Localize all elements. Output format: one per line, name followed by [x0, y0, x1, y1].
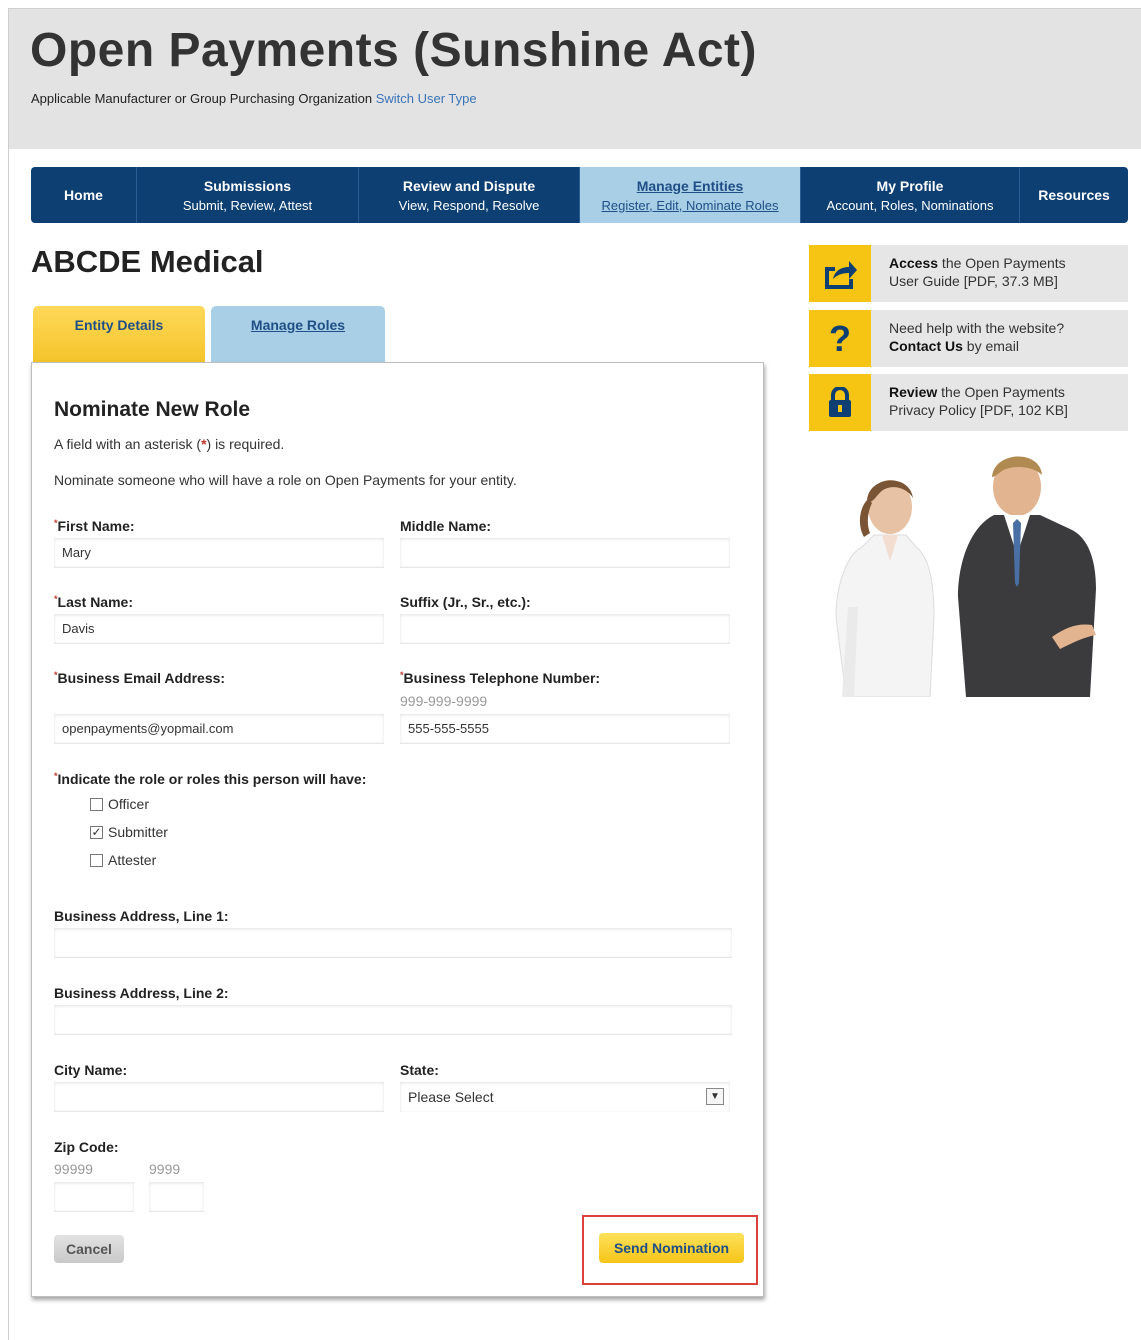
nav-manage-sub: Register, Edit, Nominate Roles	[601, 197, 779, 213]
zip4-format-hint: 9999	[149, 1161, 181, 1177]
form-title: Nominate New Role	[54, 398, 251, 421]
attester-label: Attester	[108, 852, 157, 868]
role-submitter[interactable]: ✓ Submitter	[90, 824, 168, 840]
nav-submissions-title: Submissions	[203, 177, 292, 194]
nav-submissions-sub: Submit, Review, Attest	[182, 197, 313, 213]
nav-review-sub: View, Respond, Resolve	[398, 197, 540, 213]
send-nomination-button[interactable]: Send Nomination	[599, 1233, 744, 1263]
nav-profile-sub: Account, Roles, Nominations	[826, 197, 994, 213]
suffix-label: Suffix (Jr., Sr., etc.):	[400, 594, 531, 610]
privacy-text: Review the Open Payments Privacy Policy …	[889, 383, 1068, 419]
address-line2-field[interactable]	[54, 1005, 732, 1035]
user-type-text: Applicable Manufacturer or Group Purchas…	[31, 91, 373, 106]
role-attester[interactable]: Attester	[90, 852, 156, 868]
nav-submissions[interactable]: Submissions Submit, Review, Attest	[137, 167, 359, 223]
phone-format-hint: 999-999-9999	[400, 693, 488, 709]
nav-resources-label: Resources	[1038, 187, 1110, 203]
address-line1-field[interactable]	[54, 928, 732, 958]
form-intro: Nominate someone who will have a role on…	[54, 472, 517, 488]
phone-label: *Business Telephone Number:	[400, 670, 601, 686]
nav-home[interactable]: Home	[31, 167, 137, 223]
middle-name-field[interactable]	[400, 538, 730, 568]
nav-home-label: Home	[64, 187, 103, 203]
user-guide-text2: User Guide [PDF, 37.3 MB]	[889, 273, 1058, 289]
submitter-checkbox[interactable]: ✓	[90, 825, 103, 839]
tab-manage-roles[interactable]: Manage Roles	[211, 306, 385, 362]
submitter-label: Submitter	[108, 824, 168, 840]
nav-profile-title: My Profile	[876, 177, 944, 194]
question-mark-icon: ?	[809, 310, 871, 367]
nav-manage-title: Manage Entities	[636, 177, 744, 194]
user-guide-bold: Access	[889, 255, 939, 271]
attester-checkbox[interactable]	[90, 853, 103, 867]
site-title: Open Payments (Sunshine Act)	[30, 24, 758, 77]
officer-checkbox[interactable]	[90, 797, 103, 811]
entity-name: ABCDE Medical	[31, 244, 264, 279]
state-selected-value: Please Select	[408, 1089, 494, 1105]
city-field[interactable]	[54, 1082, 384, 1112]
help-contact-link[interactable]: ? Need help with the website? Contact Us…	[809, 310, 1128, 367]
email-field[interactable]: openpayments@yopmail.com	[54, 714, 384, 744]
privacy-text1: the Open Payments	[937, 384, 1065, 400]
user-type-line: Applicable Manufacturer or Group Purchas…	[31, 91, 477, 106]
phone-field[interactable]: 555-555-5555	[400, 714, 730, 744]
state-select[interactable]: Please Select ▼	[400, 1082, 730, 1112]
officer-label: Officer	[108, 796, 149, 812]
required-note-pre: A field with an asterisk (	[54, 436, 202, 452]
professionals-photo	[812, 447, 1128, 697]
privacy-text2: Privacy Policy [PDF, 102 KB]	[889, 402, 1068, 418]
required-note-post: ) is required.	[206, 436, 285, 452]
first-name-label: *First Name:	[54, 518, 135, 534]
role-officer[interactable]: Officer	[90, 796, 149, 812]
address-line2-label: Business Address, Line 2:	[54, 985, 229, 1001]
state-label: State:	[400, 1062, 439, 1078]
user-guide-text: Access the Open Payments User Guide [PDF…	[889, 254, 1066, 290]
email-label: *Business Email Address:	[54, 670, 226, 686]
site-header: Open Payments (Sunshine Act) Applicable …	[9, 9, 1141, 149]
main-nav: Home Submissions Submit, Review, Attest …	[31, 167, 1128, 223]
address-line1-label: Business Address, Line 1:	[54, 908, 229, 924]
middle-name-label: Middle Name:	[400, 518, 492, 534]
help-text1: Need help with the website?	[889, 320, 1065, 336]
cancel-button[interactable]: Cancel	[54, 1235, 124, 1263]
nav-review-title: Review and Dispute	[402, 177, 536, 194]
nominate-role-form: Nominate New Role A field with an asteri…	[31, 362, 764, 1297]
zip-code-field[interactable]	[54, 1182, 134, 1212]
last-name-label: *Last Name:	[54, 594, 133, 610]
zip-plus4-field[interactable]	[149, 1182, 204, 1212]
chevron-down-icon[interactable]: ▼	[706, 1088, 724, 1105]
privacy-bold: Review	[889, 384, 938, 400]
roles-label: *Indicate the role or roles this person …	[54, 771, 367, 787]
switch-user-type-link[interactable]: Switch User Type	[376, 91, 477, 106]
last-name-field[interactable]: Davis	[54, 614, 384, 644]
zip-format-hint: 99999	[54, 1161, 93, 1177]
privacy-policy-link[interactable]: Review the Open Payments Privacy Policy …	[809, 374, 1128, 431]
user-guide-link[interactable]: Access the Open Payments User Guide [PDF…	[809, 245, 1128, 302]
nav-review-dispute[interactable]: Review and Dispute View, Respond, Resolv…	[359, 167, 580, 223]
help-text: Need help with the website? Contact Us b…	[889, 319, 1064, 355]
zip-label: Zip Code:	[54, 1139, 119, 1155]
user-guide-text1: the Open Payments	[938, 255, 1066, 271]
suffix-field[interactable]	[400, 614, 730, 644]
nav-my-profile[interactable]: My Profile Account, Roles, Nominations	[801, 167, 1020, 223]
contact-us-bold: Contact Us	[889, 338, 963, 354]
nav-manage-entities[interactable]: Manage Entities Register, Edit, Nominate…	[580, 167, 801, 223]
first-name-field[interactable]: Mary	[54, 538, 384, 568]
lock-icon	[809, 374, 871, 431]
tab-entity-details[interactable]: Entity Details	[33, 306, 205, 362]
share-arrow-icon	[809, 245, 871, 302]
nav-resources[interactable]: Resources	[1020, 167, 1128, 223]
help-text2: by email	[962, 338, 1019, 354]
required-note: A field with an asterisk (*) is required…	[54, 436, 284, 452]
city-label: City Name:	[54, 1062, 128, 1078]
